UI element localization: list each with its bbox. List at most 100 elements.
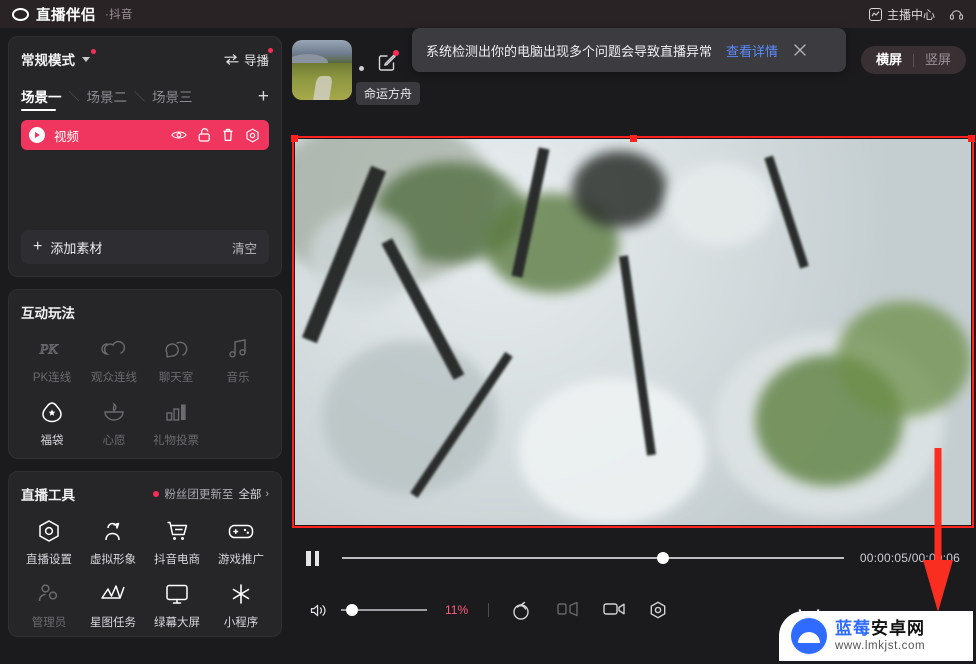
volume-percent: 11% bbox=[445, 603, 469, 617]
tool-mini-program[interactable]: 小程序 bbox=[209, 567, 273, 630]
settings-icon[interactable] bbox=[245, 127, 260, 143]
scene-tab-1[interactable]: 场景一 bbox=[21, 86, 62, 111]
progress-knob[interactable] bbox=[657, 552, 670, 564]
edit-badge-dot bbox=[393, 50, 399, 56]
fans-update-link[interactable]: 粉丝团更新至 全部 › bbox=[153, 486, 269, 502]
tool-green-screen[interactable]: 绿幕大屏 bbox=[145, 567, 209, 630]
watermark-text: 蓝莓安卓网 www.lmkjst.com bbox=[835, 620, 925, 652]
watermark-url: www.lmkjst.com bbox=[835, 640, 926, 652]
layer-row-video[interactable]: 视频 bbox=[21, 120, 269, 150]
pk-icon: PK bbox=[38, 336, 66, 362]
mode-badge-dot bbox=[91, 49, 96, 54]
resize-handle-top-center[interactable] bbox=[629, 135, 637, 142]
room-cover-thumbnail[interactable] bbox=[292, 40, 352, 100]
close-icon[interactable] bbox=[792, 42, 808, 58]
tool-label: 音乐 bbox=[226, 372, 250, 384]
title-bar-actions: 主播中心 bbox=[868, 6, 964, 23]
ring-logo-icon bbox=[12, 7, 29, 21]
volume-icon[interactable] bbox=[310, 603, 327, 618]
tool-star-map[interactable]: 星图任务 bbox=[81, 567, 145, 630]
chevron-right-icon: › bbox=[265, 488, 269, 500]
progress-track[interactable] bbox=[342, 552, 844, 564]
update-badge-dot bbox=[153, 491, 160, 497]
app-title: 直播伴侣 bbox=[36, 7, 96, 24]
add-scene-button[interactable]: + bbox=[258, 87, 269, 106]
tool-gift-vote[interactable]: 礼物投票 bbox=[145, 385, 207, 448]
cart-icon bbox=[165, 518, 189, 544]
director-button[interactable]: 导播 bbox=[224, 47, 273, 69]
tool-label: 绿幕大屏 bbox=[154, 617, 200, 629]
resize-handle-top-left[interactable] bbox=[291, 135, 298, 142]
banner-detail-link[interactable]: 查看详情 bbox=[726, 41, 778, 60]
left-panel: 常规模式 导播 场景一 ＼ 场景二 ＼ 场景三 + 视频 + 添加素材 清空 互… bbox=[8, 36, 282, 637]
eye-icon[interactable] bbox=[171, 129, 187, 141]
pause-icon[interactable] bbox=[306, 550, 320, 566]
tool-label: 抖音电商 bbox=[154, 554, 200, 566]
tool-chat-room[interactable]: 聊天室 bbox=[145, 322, 207, 385]
selection-box[interactable] bbox=[291, 135, 975, 528]
scene-tabs: 场景一 ＼ 场景二 ＼ 场景三 + bbox=[21, 85, 269, 111]
trash-icon[interactable] bbox=[222, 128, 234, 142]
android-logo-icon bbox=[791, 608, 827, 654]
watermark-name: 蓝莓安卓网 bbox=[835, 619, 925, 638]
gamepad-icon bbox=[228, 518, 254, 544]
tool-label: 直播设置 bbox=[26, 554, 72, 566]
update-note: 粉丝团更新至 bbox=[164, 489, 234, 501]
unlock-icon[interactable] bbox=[198, 128, 211, 142]
flip-icon[interactable] bbox=[557, 601, 578, 619]
tool-label: 管理员 bbox=[31, 617, 67, 629]
layer-actions bbox=[171, 127, 260, 143]
chat-room-icon bbox=[163, 336, 189, 362]
player-progress-bar: 00:00:05/00:00:06 bbox=[292, 534, 974, 582]
interactive-title: 互动玩法 bbox=[21, 306, 75, 321]
headset-icon[interactable] bbox=[949, 7, 964, 22]
live-tools-grid: 直播设置 虚拟形象 抖音电商 游戏推广 管理员 星图任务 绿幕大屏 小程序 bbox=[17, 504, 273, 630]
watermark-name-blue: 蓝莓 bbox=[835, 619, 871, 638]
orientation-portrait[interactable]: 竖屏 bbox=[914, 46, 962, 74]
resize-handle-top-right[interactable] bbox=[968, 135, 975, 142]
plus-icon: + bbox=[33, 238, 43, 255]
tool-wish[interactable]: 心愿 bbox=[83, 385, 145, 448]
preview-stage[interactable] bbox=[291, 135, 975, 528]
interactive-grid: PK PK连线 观众连线 聊天室 音乐 福袋 心愿 礼物投票 bbox=[21, 322, 269, 448]
tool-label: 心愿 bbox=[102, 435, 126, 447]
control-divider bbox=[488, 603, 490, 617]
scene-tab-2[interactable]: 场景二 bbox=[87, 86, 128, 106]
status-dot bbox=[359, 66, 364, 71]
live-settings-icon bbox=[37, 518, 61, 544]
scene-tab-separator-1: ＼ bbox=[68, 91, 80, 103]
tool-label: 小程序 bbox=[223, 617, 259, 629]
volume-track[interactable] bbox=[341, 604, 427, 616]
volume-knob[interactable] bbox=[346, 604, 359, 616]
monitor-icon bbox=[165, 581, 189, 607]
clear-button[interactable]: 清空 bbox=[232, 238, 257, 257]
scene-card-header: 常规模式 导播 bbox=[21, 47, 273, 71]
title-bar: 直播伴侣 ·抖音 主播中心 bbox=[0, 0, 976, 28]
tool-lucky-bag[interactable]: 福袋 bbox=[21, 385, 83, 448]
watermark: 蓝莓安卓网 www.lmkjst.com bbox=[779, 608, 973, 661]
tool-game-promo[interactable]: 游戏推广 bbox=[209, 504, 273, 567]
orientation-landscape[interactable]: 横屏 bbox=[865, 46, 913, 74]
tool-pk-link[interactable]: PK PK连线 bbox=[21, 322, 83, 385]
admin-icon bbox=[37, 581, 61, 607]
rotate-icon[interactable] bbox=[511, 601, 531, 620]
tool-music[interactable]: 音乐 bbox=[207, 322, 269, 385]
swap-icon bbox=[224, 53, 239, 65]
add-material-bar[interactable]: + 添加素材 清空 bbox=[21, 230, 269, 264]
tool-live-settings[interactable]: 直播设置 bbox=[17, 504, 81, 567]
tool-label: 星图任务 bbox=[90, 617, 136, 629]
scene-tab-3[interactable]: 场景三 bbox=[152, 86, 193, 106]
mode-selector[interactable]: 常规模式 bbox=[21, 49, 96, 69]
scene-layer-list-empty bbox=[21, 150, 269, 222]
layer-name: 视频 bbox=[54, 129, 80, 144]
anchor-center-button[interactable]: 主播中心 bbox=[868, 6, 935, 23]
crop-icon[interactable] bbox=[603, 601, 625, 619]
tool-virtual-avatar[interactable]: 虚拟形象 bbox=[81, 504, 145, 567]
tool-admin[interactable]: 管理员 bbox=[17, 567, 81, 630]
tool-audience-link[interactable]: 观众连线 bbox=[83, 322, 145, 385]
app-root: 直播伴侣 ·抖音 主播中心 常规模式 导播 场景一 ＼ 场景二 ＼ 场景三 + … bbox=[0, 0, 976, 664]
anchor-center-icon bbox=[868, 7, 882, 21]
interactive-header: 互动玩法 bbox=[21, 302, 269, 322]
tool-douyin-ecommerce[interactable]: 抖音电商 bbox=[145, 504, 209, 567]
gear-icon[interactable] bbox=[649, 601, 669, 619]
